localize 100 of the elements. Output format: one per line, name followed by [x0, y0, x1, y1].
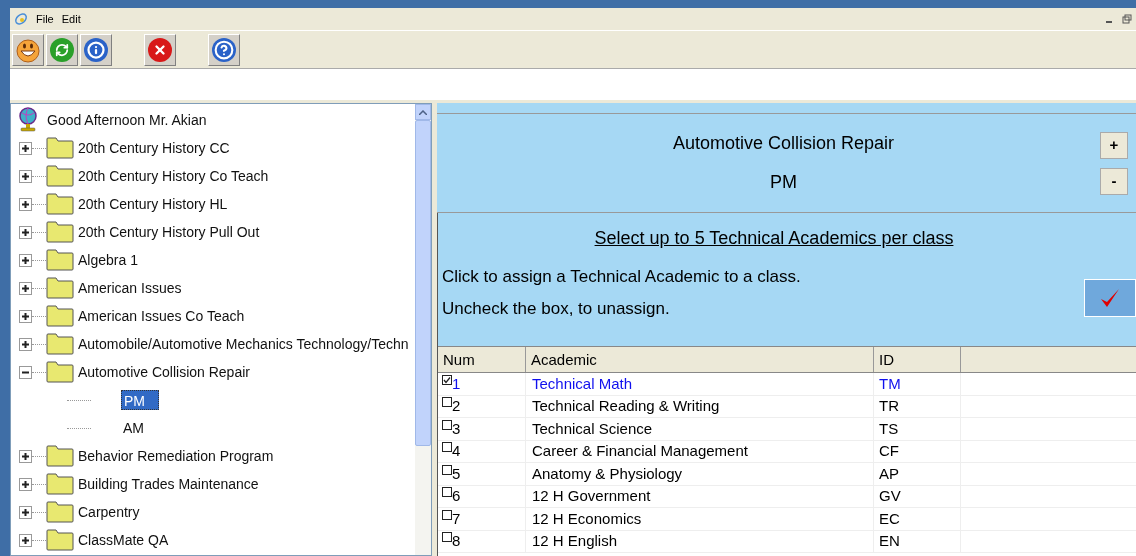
- tree-subitem[interactable]: PM: [121, 390, 159, 410]
- checked-checkbox-icon[interactable]: [442, 374, 452, 385]
- instructions-heading: Select up to 5 Technical Academics per class: [594, 227, 954, 250]
- checkbox-icon[interactable]: [442, 487, 452, 497]
- folder-icon: [46, 361, 74, 383]
- info-icon: [84, 37, 108, 62]
- column-header[interactable]: Academic: [526, 347, 874, 372]
- expand-icon[interactable]: [19, 225, 32, 239]
- expand-icon[interactable]: [19, 197, 32, 211]
- folder-icon: [46, 137, 74, 159]
- table-cell-text: 2: [452, 396, 461, 416]
- scroll-up-icon[interactable]: [419, 109, 427, 115]
- folder-icon: [46, 305, 74, 327]
- table-cell: TS: [874, 417, 961, 440]
- instruction-text: Uncheck the box, to unassign.: [442, 297, 671, 320]
- table-cell-text: 8: [452, 531, 461, 551]
- folder-icon: [46, 501, 74, 523]
- checkbox-icon[interactable]: [442, 419, 452, 430]
- close-button[interactable]: [144, 33, 176, 66]
- tree-item[interactable]: American Issues Co Teach: [78, 305, 245, 327]
- table-cell-text: 6: [452, 486, 461, 506]
- tree-item[interactable]: Building Trades Maintenance: [78, 473, 259, 495]
- checkbox-icon[interactable]: [442, 509, 452, 520]
- table-cell: EC: [874, 507, 961, 530]
- instruction-text: Click to assign a Technical Academic to a class.: [442, 266, 802, 288]
- column-header[interactable]: ID: [874, 347, 961, 372]
- tree-item[interactable]: 20th Century History CC: [78, 137, 230, 159]
- scrollbar[interactable]: [415, 104, 431, 555]
- restore-icon[interactable]: [1122, 14, 1132, 24]
- table-cell: Anatomy & Physiology: [526, 462, 874, 485]
- table-cell: Technical Science: [526, 417, 874, 440]
- decrease-button[interactable]: -: [1100, 167, 1128, 195]
- folder-icon: [46, 165, 74, 187]
- close-icon: [148, 37, 172, 62]
- checkbox-icon[interactable]: [442, 442, 452, 452]
- greeting-text: Good Afternoon Mr. Akian: [47, 110, 207, 130]
- expand-icon[interactable]: [19, 281, 32, 295]
- table-cell: GV: [874, 485, 961, 508]
- checkbox-icon[interactable]: [442, 532, 452, 542]
- tree-item[interactable]: Automobile/Automotive Mechanics Technology/Techn: [78, 333, 409, 355]
- checkbox-icon[interactable]: [442, 397, 452, 407]
- folder-icon: [46, 333, 74, 355]
- table-cell-text: 3: [452, 418, 461, 439]
- table-cell: TR: [874, 395, 961, 418]
- refresh-button[interactable]: [46, 33, 78, 66]
- expand-icon[interactable]: [19, 449, 32, 463]
- table-cell-text: 5: [452, 463, 461, 484]
- expand-icon[interactable]: [19, 505, 32, 519]
- folder-icon: [46, 473, 74, 495]
- folder-icon: [46, 221, 74, 243]
- info-button[interactable]: [80, 33, 112, 66]
- folder-icon: [46, 277, 74, 299]
- help-icon: [212, 37, 236, 62]
- table-cell: 12 H Economics: [526, 507, 874, 530]
- tree-item[interactable]: Automotive Collision Repair: [78, 361, 250, 383]
- table-cell-text: 1: [452, 373, 461, 394]
- class-title: Automotive Collision Repair: [672, 132, 895, 155]
- column-header[interactable]: Num: [438, 347, 526, 372]
- table-cell: Career & Financial Management: [526, 440, 874, 463]
- tree-item[interactable]: 20th Century History Pull Out: [78, 221, 260, 243]
- expand-icon[interactable]: [19, 337, 32, 351]
- table-cell-text: 4: [452, 441, 461, 461]
- app-logo-icon: [14, 12, 28, 26]
- tree-item[interactable]: Algebra 1: [78, 249, 138, 271]
- menu-item[interactable]: File: [36, 10, 54, 28]
- table-cell: TM: [874, 372, 961, 395]
- expand-icon[interactable]: [19, 309, 32, 323]
- tree-item[interactable]: Behavior Remediation Program: [78, 445, 274, 467]
- help-button[interactable]: [208, 33, 240, 66]
- globe-icon: [17, 107, 39, 133]
- smiley-icon: [15, 36, 41, 63]
- table-cell: CF: [874, 440, 961, 463]
- table-cell: AP: [874, 462, 961, 485]
- tree-item[interactable]: 20th Century History HL: [78, 193, 228, 215]
- checkbox-icon[interactable]: [442, 464, 452, 475]
- expand-icon[interactable]: [19, 253, 32, 267]
- table-cell: Technical Math: [526, 372, 874, 395]
- folder-icon: [46, 249, 74, 271]
- collapse-icon[interactable]: [19, 365, 32, 379]
- expand-icon[interactable]: [19, 141, 32, 155]
- smiley-button[interactable]: [12, 33, 44, 66]
- folder-icon: [46, 529, 74, 551]
- folder-icon: [46, 193, 74, 215]
- tree-item[interactable]: Carpentry: [78, 501, 140, 523]
- tree-subitem[interactable]: AM: [121, 418, 159, 438]
- table-cell-text: 7: [452, 508, 461, 529]
- refresh-icon: [50, 37, 74, 62]
- confirm-button[interactable]: [1084, 279, 1136, 317]
- menu-item[interactable]: Edit: [61, 10, 81, 28]
- increase-button[interactable]: +: [1100, 131, 1128, 159]
- expand-icon[interactable]: [19, 169, 32, 183]
- expand-icon[interactable]: [19, 477, 32, 491]
- tree-item[interactable]: American Issues: [78, 277, 182, 299]
- class-session: PM: [770, 171, 797, 194]
- table-cell: 12 H Government: [526, 485, 874, 508]
- table-cell: EN: [874, 530, 961, 553]
- folder-icon: [46, 445, 74, 467]
- expand-icon[interactable]: [19, 533, 32, 547]
- tree-item[interactable]: ClassMate QA: [78, 529, 169, 551]
- tree-item[interactable]: 20th Century History Co Teach: [78, 165, 269, 187]
